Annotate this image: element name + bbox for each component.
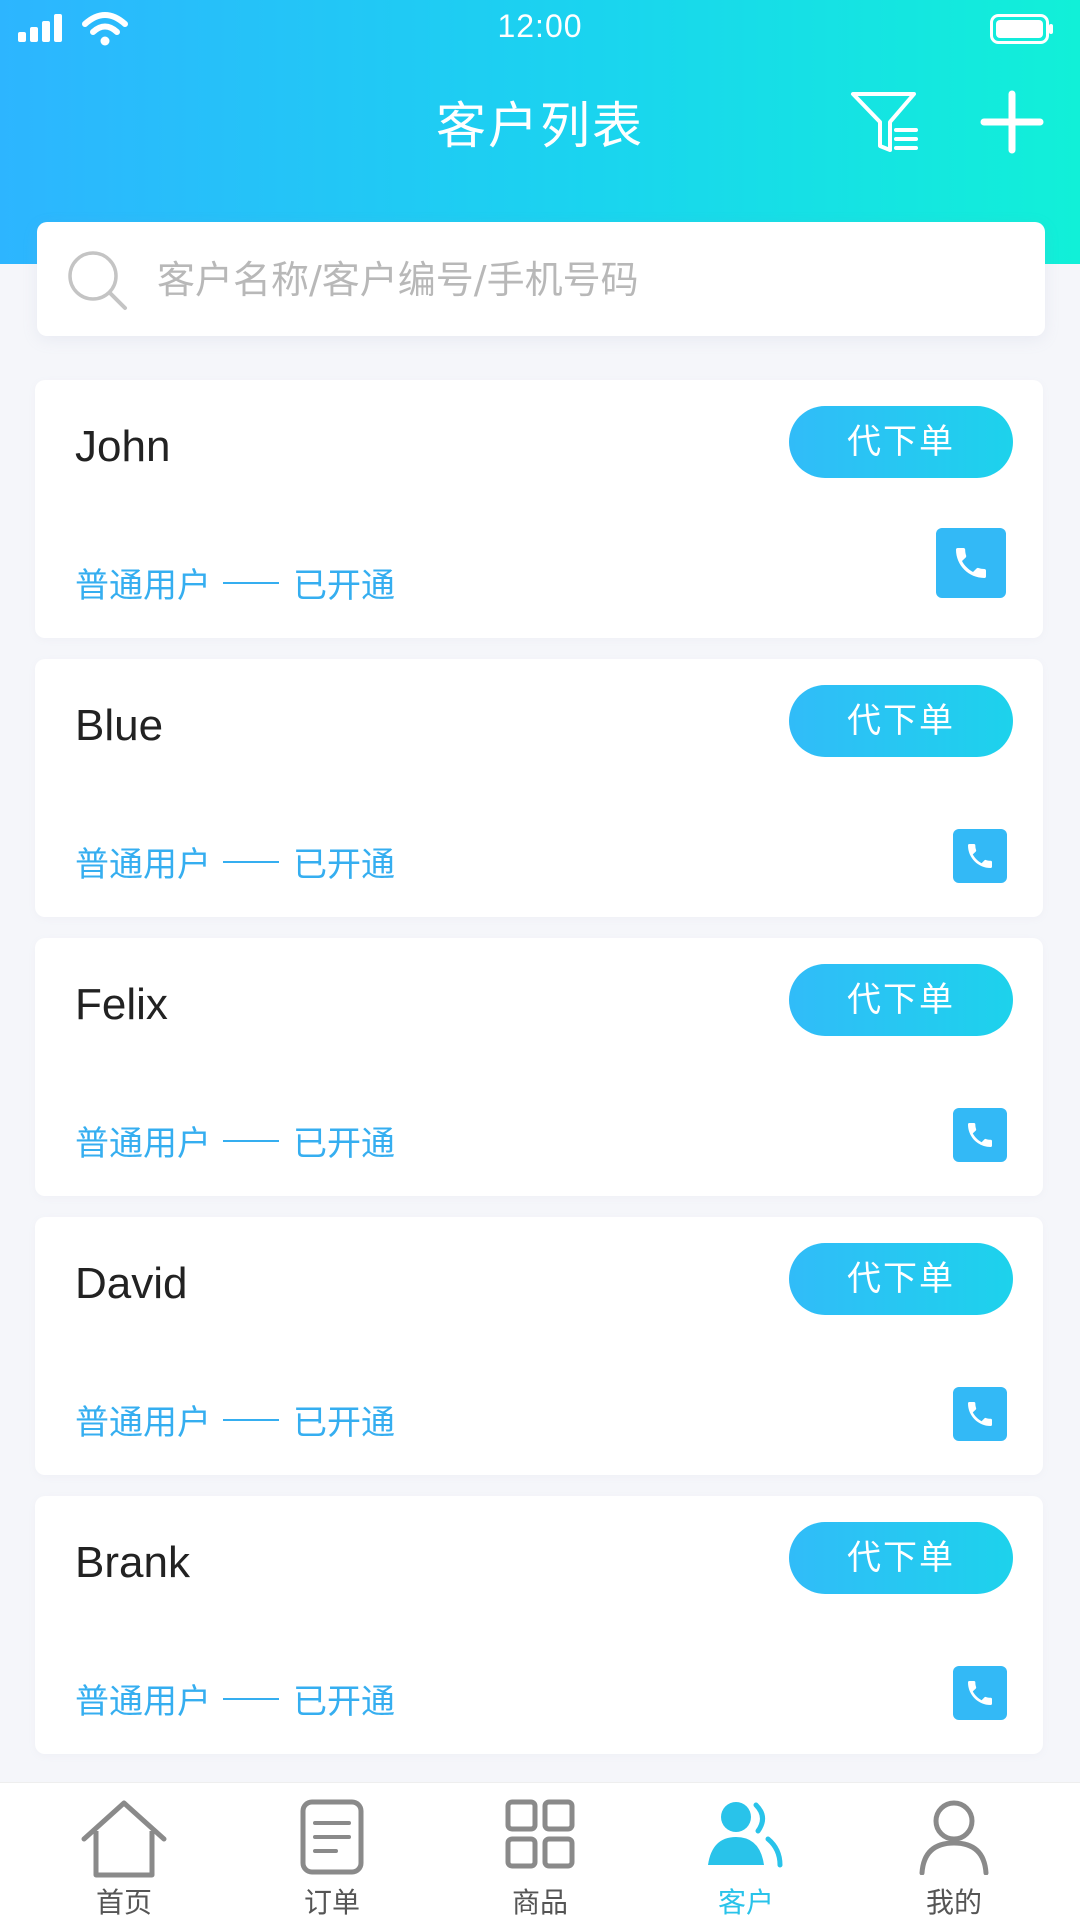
customer-card[interactable]: Brank 代下单 普通用户 已开通 [35,1496,1043,1754]
customer-card[interactable]: Blue 代下单 普通用户 已开通 [35,659,1043,917]
phone-icon [956,548,986,578]
customer-status: 普通用户 已开通 [75,1395,395,1444]
place-order-button[interactable]: 代下单 [789,1522,1013,1594]
plus-icon [980,90,1044,154]
status-separator [223,1139,279,1142]
customer-type: 普通用户 [75,1682,211,1722]
customer-type: 普通用户 [75,1124,211,1164]
customers-icon [708,1802,783,1868]
place-order-button[interactable]: 代下单 [789,1243,1013,1315]
customer-list: John 代下单 普通用户 已开通 Blue 代下单 普通用户 已开通 Feli… [35,380,1043,1775]
add-customer-button[interactable] [978,88,1046,156]
call-button[interactable] [953,1666,1007,1720]
tab-label: 商品 [511,1886,568,1919]
call-button[interactable] [936,528,1006,598]
search-bar [37,222,1045,336]
call-button[interactable] [953,1387,1007,1441]
tab-bar: 首页 订单 商品 客户 我的 [0,1782,1080,1921]
tab-products[interactable]: 商品 [470,1783,610,1921]
customer-name: Felix [75,980,168,1029]
tab-customers[interactable]: 客户 [676,1783,816,1921]
status-separator [223,581,279,584]
place-order-button[interactable]: 代下单 [789,964,1013,1036]
customer-name: John [75,422,171,471]
customer-card[interactable]: John 代下单 普通用户 已开通 [35,380,1043,638]
phone-icon [968,1402,992,1426]
call-button[interactable] [953,829,1007,883]
call-button[interactable] [953,1108,1007,1162]
tab-profile[interactable]: 我的 [884,1783,1024,1921]
customer-type: 普通用户 [75,566,211,606]
customer-card[interactable]: David 代下单 普通用户 已开通 [35,1217,1043,1475]
customer-name: David [75,1259,188,1308]
status-separator [223,860,279,863]
order-icon [300,1799,364,1875]
phone-icon [968,1681,992,1705]
customer-card[interactable]: Felix 代下单 普通用户 已开通 [35,938,1043,1196]
tab-label: 订单 [303,1886,360,1919]
status-separator [223,1697,279,1700]
place-order-button[interactable]: 代下单 [789,685,1013,757]
customer-status: 普通用户 已开通 [75,1116,395,1165]
filter-icon [851,92,918,152]
account-status: 已开通 [293,1124,395,1164]
status-time: 12:00 [497,8,583,44]
phone-icon [968,1123,992,1147]
account-status: 已开通 [293,566,395,606]
tab-label: 首页 [95,1886,152,1919]
account-status: 已开通 [293,1682,395,1722]
customer-type: 普通用户 [75,1403,211,1443]
filter-button[interactable] [850,88,922,160]
tab-orders[interactable]: 订单 [262,1783,402,1921]
grid-icon [505,1799,575,1869]
customer-type: 普通用户 [75,845,211,885]
place-order-button[interactable]: 代下单 [789,406,1013,478]
battery-icon [990,14,1053,44]
user-icon [919,1800,989,1875]
status-bar: 12:00 [0,0,1080,60]
tab-label: 客户 [717,1886,774,1919]
account-status: 已开通 [293,845,395,885]
tab-home[interactable]: 首页 [54,1783,194,1921]
customer-status: 普通用户 已开通 [75,558,395,607]
customer-name: Brank [75,1538,190,1587]
customer-status: 普通用户 已开通 [75,837,395,886]
status-separator [223,1418,279,1421]
customer-name: Blue [75,701,164,750]
tab-label: 我的 [925,1886,982,1919]
search-icon [68,251,127,310]
customer-status: 普通用户 已开通 [75,1674,395,1723]
search-input[interactable] [155,246,1019,314]
phone-icon [968,844,992,868]
home-icon [81,1800,167,1878]
account-status: 已开通 [293,1403,395,1443]
